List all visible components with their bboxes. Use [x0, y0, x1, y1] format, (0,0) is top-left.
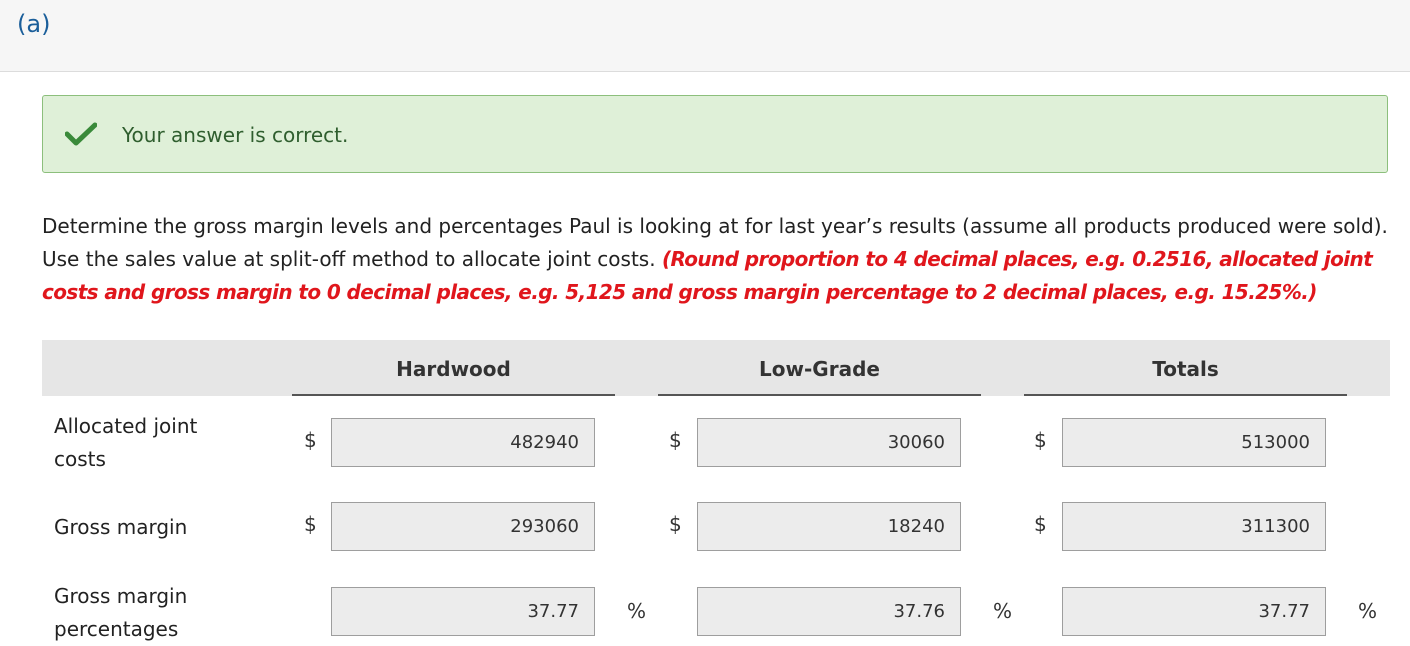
- percent-sign: %: [1358, 599, 1378, 623]
- row-label-gross-margin-percentages: Gross margin percentages: [54, 584, 188, 641]
- totals-allocated-joint-costs-input[interactable]: 513000: [1062, 418, 1326, 467]
- low-grade-allocated-joint-costs-input[interactable]: 30060: [697, 418, 961, 467]
- check-icon: [65, 122, 97, 146]
- feedback-text: Your answer is correct.: [122, 123, 349, 147]
- part-label: (a): [17, 10, 51, 38]
- low-grade-gross-margin-input[interactable]: 18240: [697, 502, 961, 551]
- feedback-box: Your answer is correct.: [42, 95, 1388, 173]
- hardwood-gross-margin-percentage-input[interactable]: 37.77: [331, 587, 595, 636]
- totals-gross-margin-percentage-input[interactable]: 37.77: [1062, 587, 1326, 636]
- column-header-totals: Totals: [1024, 340, 1347, 396]
- totals-gross-margin-input[interactable]: 311300: [1062, 502, 1326, 551]
- row-label-allocated-joint-costs: Allocated joint costs: [54, 414, 198, 471]
- percent-sign: %: [993, 599, 1013, 623]
- hardwood-gross-margin-input[interactable]: 293060: [331, 502, 595, 551]
- percent-sign: %: [627, 599, 647, 623]
- currency-symbol: $: [1034, 428, 1047, 452]
- currency-symbol: $: [1034, 512, 1047, 536]
- currency-symbol: $: [304, 512, 317, 536]
- instructions: Determine the gross margin levels and pe…: [42, 210, 1392, 309]
- column-header-hardwood: Hardwood: [292, 340, 615, 396]
- low-grade-gross-margin-percentage-input[interactable]: 37.76: [697, 587, 961, 636]
- part-header: (a): [0, 0, 1410, 72]
- currency-symbol: $: [304, 428, 317, 452]
- currency-symbol: $: [669, 428, 682, 452]
- row-label-gross-margin: Gross margin: [54, 515, 188, 539]
- hardwood-allocated-joint-costs-input[interactable]: 482940: [331, 418, 595, 467]
- column-header-low-grade: Low-Grade: [658, 340, 981, 396]
- currency-symbol: $: [669, 512, 682, 536]
